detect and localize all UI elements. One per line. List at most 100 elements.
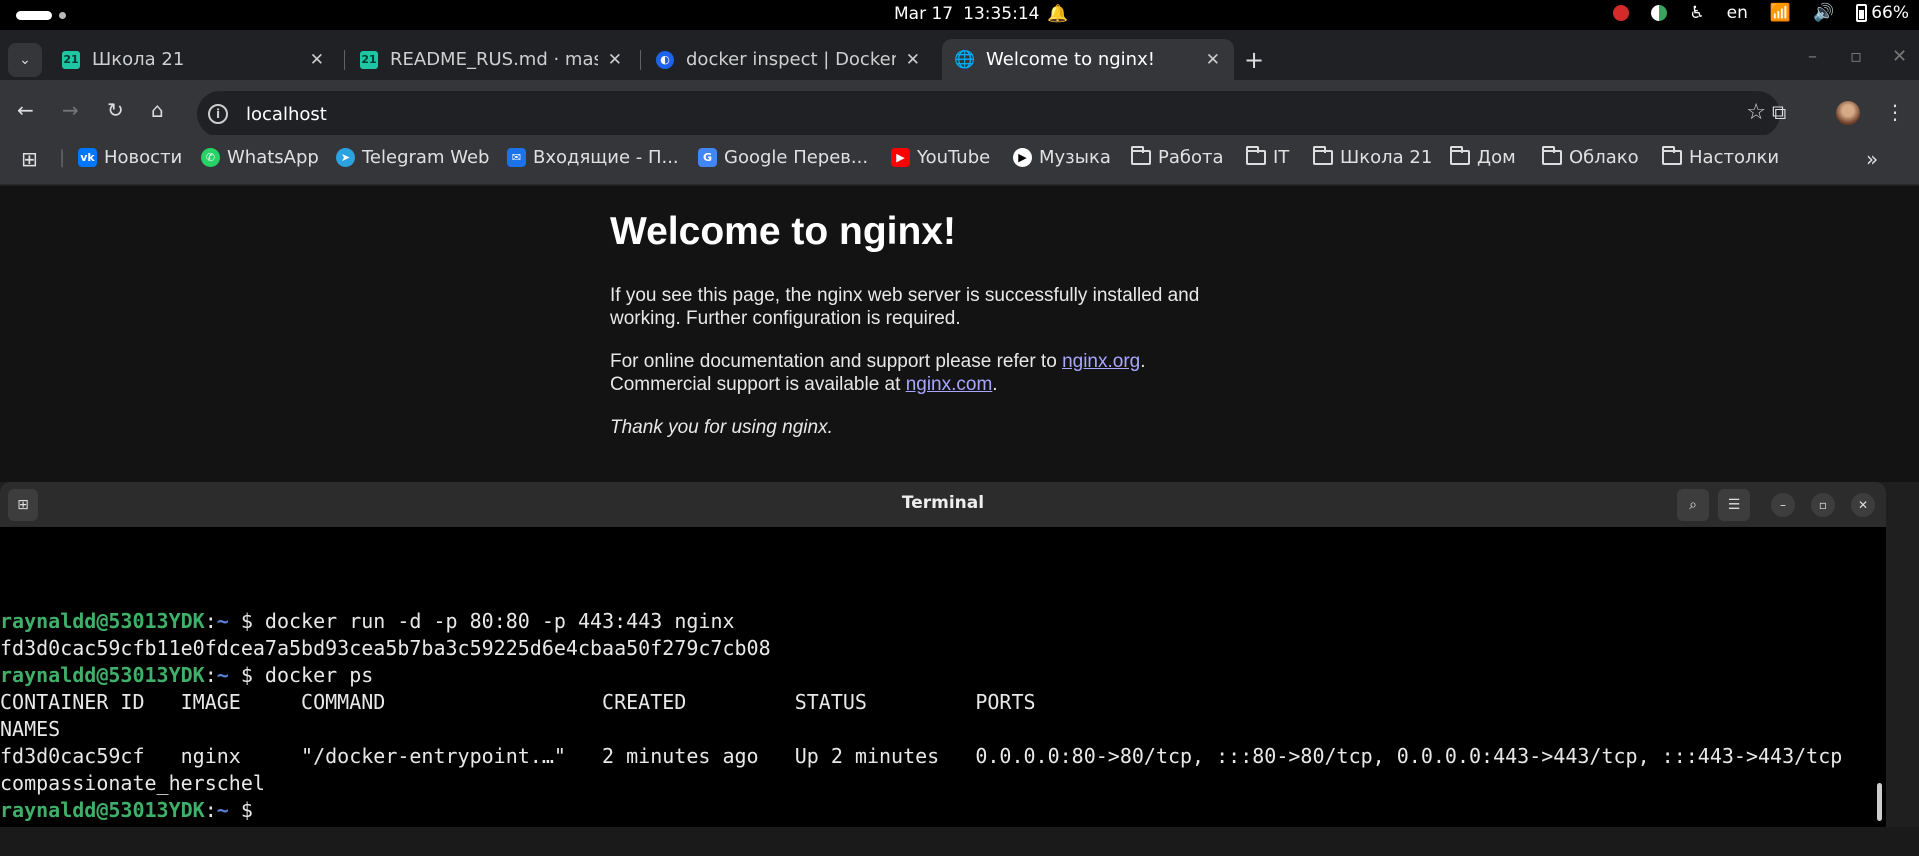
prompt-user: raynaldd@53013YDK (0, 663, 205, 687)
prompt-separator: : (204, 798, 217, 822)
tab-search-button[interactable]: ⌄ (8, 43, 42, 77)
close-icon[interactable]: ✕ (608, 50, 622, 70)
tab-title: Школа 21 (92, 49, 185, 70)
more-bookmarks-icon[interactable]: » (1866, 147, 1878, 171)
forward-button[interactable]: → (62, 98, 79, 122)
desktop-background (0, 827, 1919, 856)
site-info-icon[interactable]: i (208, 104, 228, 124)
bookmark-folder-home[interactable]: Дом (1450, 146, 1516, 168)
nginx-org-link[interactable]: nginx.org (1062, 351, 1140, 372)
youtube-icon: ▶ (891, 148, 910, 167)
close-window-icon[interactable]: ✕ (1892, 46, 1907, 67)
bookmark-telegram[interactable]: ➤ Telegram Web (336, 147, 489, 168)
prompt-user: raynaldd@53013YDK (0, 609, 205, 633)
address-url[interactable]: localhost (246, 104, 327, 125)
prompt-separator: : (204, 663, 217, 687)
bookmark-youtube[interactable]: ▶ YouTube (891, 147, 990, 168)
activities-indicator[interactable] (16, 11, 52, 20)
folder-icon (1131, 146, 1151, 165)
reload-button[interactable]: ↻ (107, 98, 124, 122)
prompt-dir: ~ (216, 798, 229, 822)
apps-grid-icon[interactable]: ⊞ (21, 147, 38, 171)
close-icon[interactable]: ✕ (1206, 50, 1220, 70)
workspace-dot[interactable] (59, 12, 66, 19)
bookmark-music[interactable]: ▶ Музыка (1013, 147, 1111, 168)
terminal-window[interactable]: ⊞ Terminal ⌕ ☰ – ▫ ✕ raynaldd@53013YDK:~… (0, 482, 1886, 827)
globe-icon: 🌐 (954, 49, 976, 70)
terminal-header[interactable]: ⊞ Terminal ⌕ ☰ – ▫ ✕ (0, 482, 1886, 527)
recording-indicator-icon[interactable] (1613, 5, 1630, 21)
terminal-title: Terminal (901, 493, 985, 513)
mail-icon: ✉ (507, 148, 526, 167)
tab-title: README_RUS.md · master (390, 49, 598, 70)
tab-docker-docs[interactable]: ◐ docker inspect | Docker Docs ✕ (642, 39, 934, 80)
paragraph-docs: For online documentation and support ple… (610, 350, 1250, 396)
nginx-com-link[interactable]: nginx.com (906, 374, 993, 395)
folder-icon (1246, 146, 1266, 165)
paragraph-installed: If you see this page, the nginx web serv… (610, 285, 1200, 329)
bookmark-label: Дом (1477, 147, 1516, 168)
close-icon[interactable]: ✕ (1851, 493, 1875, 517)
folder-icon (1313, 146, 1333, 165)
bookmark-label: YouTube (917, 147, 991, 168)
command-text: docker ps (264, 663, 374, 687)
bookmark-folder-cloud[interactable]: Облако (1542, 146, 1639, 168)
notification-bell-icon[interactable]: 🔔 (1047, 4, 1068, 24)
tab-readme[interactable]: 21 README_RUS.md · master ✕ (346, 39, 636, 80)
wifi-icon[interactable]: 📶 (1770, 3, 1791, 23)
new-tab-button[interactable]: + (1244, 46, 1264, 74)
prompt-dir: ~ (216, 663, 229, 687)
bookmark-star-icon[interactable]: ☆ (1746, 100, 1766, 125)
prompt-sign: $ (228, 798, 265, 822)
clock[interactable]: Mar 17 13:35:14 (894, 4, 1039, 24)
prompt-sign: $ (228, 663, 265, 687)
maximize-icon[interactable]: ▫ (1811, 493, 1835, 517)
bookmark-label: Входящие - П... (533, 147, 679, 168)
bookmark-folder-work[interactable]: Работа (1131, 146, 1224, 168)
night-light-icon[interactable] (1651, 5, 1668, 21)
close-icon[interactable]: ✕ (310, 50, 324, 70)
close-icon[interactable]: ✕ (906, 50, 920, 70)
bookmark-label: Новости (104, 147, 183, 168)
tab-divider (640, 50, 641, 70)
battery-percent: 66% (1871, 3, 1909, 23)
extensions-icon[interactable]: ⧉ (1772, 100, 1786, 124)
terminal-scrollbar[interactable] (1877, 783, 1882, 821)
terminal-output[interactable]: raynaldd@53013YDK:~ $ docker run -d -p 8… (0, 608, 1842, 824)
search-icon[interactable]: ⌕ (1677, 489, 1709, 521)
bookmark-folder-boardgames[interactable]: Настолки (1662, 146, 1780, 168)
accessibility-icon[interactable]: ♿ (1689, 3, 1704, 23)
page-heading: Welcome to nginx! (610, 210, 956, 253)
system-tray[interactable]: ♿ en 📶 🔊 66% (1613, 3, 1909, 23)
back-button[interactable]: ← (17, 98, 34, 122)
volume-icon[interactable]: 🔊 (1813, 3, 1834, 23)
bookmark-translate[interactable]: G Google Перев... (698, 147, 868, 168)
docs-period: . (1140, 351, 1146, 372)
home-button[interactable]: ⌂ (151, 98, 164, 122)
docs-text: For online documentation and support ple… (610, 351, 1063, 372)
prompt-user: raynaldd@53013YDK (0, 798, 205, 822)
translate-icon: G (698, 148, 717, 167)
tab-school21[interactable]: 21 Школа 21 ✕ (48, 39, 338, 80)
menu-kebab-icon[interactable]: ⋮ (1885, 100, 1905, 124)
bookmarks-divider: | (59, 147, 66, 168)
school21-icon: 21 (62, 50, 80, 69)
minimize-icon[interactable]: – (1771, 493, 1795, 517)
maximize-icon[interactable]: ▫ (1850, 46, 1862, 67)
bookmark-whatsapp[interactable]: ✆ WhatsApp (201, 147, 319, 168)
clock-date: Mar 17 (894, 4, 954, 24)
address-bar[interactable]: i localhost ☆ (197, 91, 1780, 137)
bookmark-mail[interactable]: ✉ Входящие - П... (507, 147, 679, 168)
bookmark-folder-school21[interactable]: Школа 21 (1313, 146, 1432, 168)
hamburger-menu-icon[interactable]: ☰ (1718, 489, 1750, 521)
folder-icon (1542, 146, 1562, 165)
telegram-icon: ➤ (336, 148, 355, 167)
bookmark-folder-it[interactable]: IT (1246, 146, 1289, 168)
bookmark-vk[interactable]: vk Новости (78, 147, 182, 168)
profile-avatar[interactable] (1836, 101, 1860, 125)
tab-nginx[interactable]: 🌐 Welcome to nginx! ✕ (942, 39, 1234, 80)
bookmark-label: Настолки (1689, 147, 1780, 168)
battery[interactable]: 66% (1856, 3, 1909, 23)
minimize-icon[interactable]: – (1808, 46, 1817, 67)
keyboard-language[interactable]: en (1727, 3, 1748, 23)
